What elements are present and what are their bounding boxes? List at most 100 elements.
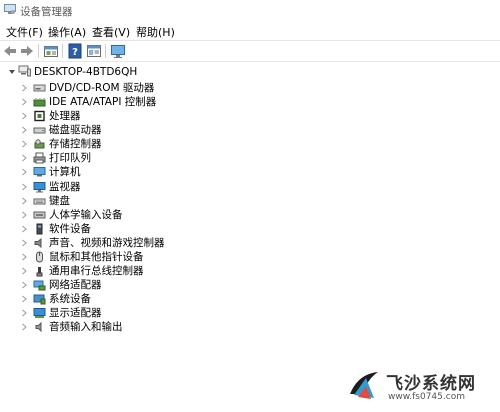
tree-item[interactable]: 键盘 <box>0 194 260 208</box>
monitor-icon[interactable] <box>110 43 126 59</box>
storage-controller-icon <box>34 139 45 149</box>
expand-chevron-icon[interactable] <box>20 281 28 289</box>
display-adapter-icon <box>33 308 46 319</box>
tree-item-label: 通用串行总线控制器 <box>49 265 144 278</box>
expand-chevron-icon[interactable] <box>20 267 28 275</box>
tree-item[interactable]: 通用串行总线控制器 <box>0 264 260 278</box>
menu-file[interactable]: 文件(F) <box>6 24 43 40</box>
tree-item-label: 系统设备 <box>49 293 91 306</box>
site-watermark: 飞沙系统网 www.fs0745.com <box>344 364 494 408</box>
expand-chevron-icon[interactable] <box>20 183 28 191</box>
expand-chevron-icon[interactable] <box>20 253 28 261</box>
audio-io-icon <box>35 322 42 333</box>
toolbar-separator <box>38 44 39 58</box>
expand-chevron-icon[interactable] <box>20 309 28 317</box>
hid-icon <box>33 211 46 219</box>
processor-icon <box>34 110 45 122</box>
menu-help[interactable]: 帮助(H) <box>136 24 175 40</box>
menu-action[interactable]: 操作(A) <box>48 24 86 40</box>
tree-item-label: 监视器 <box>49 180 81 193</box>
expand-chevron-icon[interactable] <box>20 140 28 148</box>
software-device-icon <box>36 223 43 235</box>
expand-chevron-icon[interactable] <box>20 323 28 331</box>
tree-item[interactable]: 网络适配器 <box>0 278 260 292</box>
expand-chevron-icon[interactable] <box>20 126 28 134</box>
tree-item-label: 人体学输入设备 <box>49 208 123 221</box>
tree-item-label: IDE ATA/ATAPI 控制器 <box>49 96 157 109</box>
root-computer-name: DESKTOP-4BTD6QH <box>34 66 138 78</box>
svg-text:?: ? <box>72 47 78 58</box>
tree-item[interactable]: 系统设备 <box>0 292 260 306</box>
tree-item-label: 音频输入和输出 <box>49 321 123 334</box>
tree-item-label: 计算机 <box>49 166 81 179</box>
tree-item-label: 打印队列 <box>49 152 91 165</box>
system-device-icon <box>33 294 46 305</box>
forward-arrow-icon[interactable] <box>19 43 35 59</box>
tree-item-label: 存储控制器 <box>49 138 102 151</box>
tree-item[interactable]: 音频输入和输出 <box>0 320 260 334</box>
tree-item[interactable]: 监视器 <box>0 180 260 194</box>
expand-chevron-icon[interactable] <box>20 168 28 176</box>
tree-item-label: 键盘 <box>49 194 70 207</box>
window-title: 设备管理器 <box>20 6 73 18</box>
computer-root-icon <box>18 65 31 77</box>
tree-root[interactable]: DESKTOP-4BTD6QH <box>0 64 240 80</box>
tree-item-label: 处理器 <box>49 110 81 123</box>
tree-item-label: 磁盘驱动器 <box>49 124 102 137</box>
device-tree: DESKTOP-4BTD6QH DVD/CD-ROM 驱动器 IDE ATA/AT… <box>0 62 500 412</box>
details-icon[interactable] <box>86 43 102 59</box>
expand-chevron-icon[interactable] <box>20 84 28 92</box>
printer-icon <box>33 152 46 164</box>
tree-item-label: 声音、视频和游戏控制器 <box>49 236 165 249</box>
disk-drive-icon <box>33 127 46 134</box>
watermark-brand: 飞沙系统网 <box>386 374 476 394</box>
tree-item[interactable]: DVD/CD-ROM 驱动器 <box>0 81 260 95</box>
sound-icon <box>34 237 42 248</box>
menu-bar: 文件(F) 操作(A) 查看(V) 帮助(H) <box>0 22 500 39</box>
tree-item[interactable]: 鼠标和其他指针设备 <box>0 250 260 264</box>
collapse-chevron-icon[interactable] <box>8 68 16 76</box>
expand-chevron-icon[interactable] <box>20 239 28 247</box>
tree-item-label: 显示适配器 <box>49 307 102 320</box>
expand-chevron-icon[interactable] <box>20 225 28 233</box>
mouse-icon <box>36 251 43 263</box>
expand-chevron-icon[interactable] <box>20 154 28 162</box>
back-arrow-icon[interactable] <box>2 43 18 59</box>
tree-item[interactable]: 人体学输入设备 <box>0 208 260 222</box>
network-adapter-icon <box>33 280 46 291</box>
computer-icon <box>33 167 46 177</box>
tree-item[interactable]: 显示适配器 <box>0 306 260 320</box>
tree-item[interactable]: 打印队列 <box>0 151 260 165</box>
monitor-icon <box>33 181 46 193</box>
tree-item-label: 鼠标和其他指针设备 <box>49 250 144 263</box>
expand-chevron-icon[interactable] <box>20 98 28 106</box>
ide-controller-icon <box>33 98 46 107</box>
toolbar-separator <box>62 44 63 58</box>
title-bar: 设备管理器 <box>0 0 500 20</box>
tree-item-label: DVD/CD-ROM 驱动器 <box>49 82 155 94</box>
tree-item[interactable]: IDE ATA/ATAPI 控制器 <box>0 95 260 109</box>
device-manager-icon <box>4 4 16 14</box>
toolbar-separator <box>105 44 106 58</box>
toolbar: ? <box>0 40 500 62</box>
usb-icon <box>36 267 43 277</box>
keyboard-icon <box>33 198 46 205</box>
expand-chevron-icon[interactable] <box>20 295 28 303</box>
expand-chevron-icon[interactable] <box>20 211 28 219</box>
watermark-url: www.fs0745.com <box>388 392 465 402</box>
help-icon[interactable]: ? <box>67 43 83 59</box>
expand-chevron-icon[interactable] <box>20 197 28 205</box>
tree-item[interactable]: 存储控制器 <box>0 137 260 151</box>
properties-icon[interactable] <box>43 43 59 59</box>
tree-item[interactable]: 声音、视频和游戏控制器 <box>0 236 260 250</box>
expand-chevron-icon[interactable] <box>20 112 28 120</box>
tree-item[interactable]: 软件设备 <box>0 222 260 236</box>
menu-view[interactable]: 查看(V) <box>92 24 130 40</box>
watermark-logo <box>345 365 383 403</box>
tree-item-label: 软件设备 <box>49 222 91 235</box>
tree-item-label: 网络适配器 <box>49 279 102 292</box>
tree-item[interactable]: 磁盘驱动器 <box>0 123 260 137</box>
dvd-drive-icon <box>33 84 46 92</box>
tree-item[interactable]: 处理器 <box>0 109 260 123</box>
tree-item[interactable]: 计算机 <box>0 165 260 179</box>
